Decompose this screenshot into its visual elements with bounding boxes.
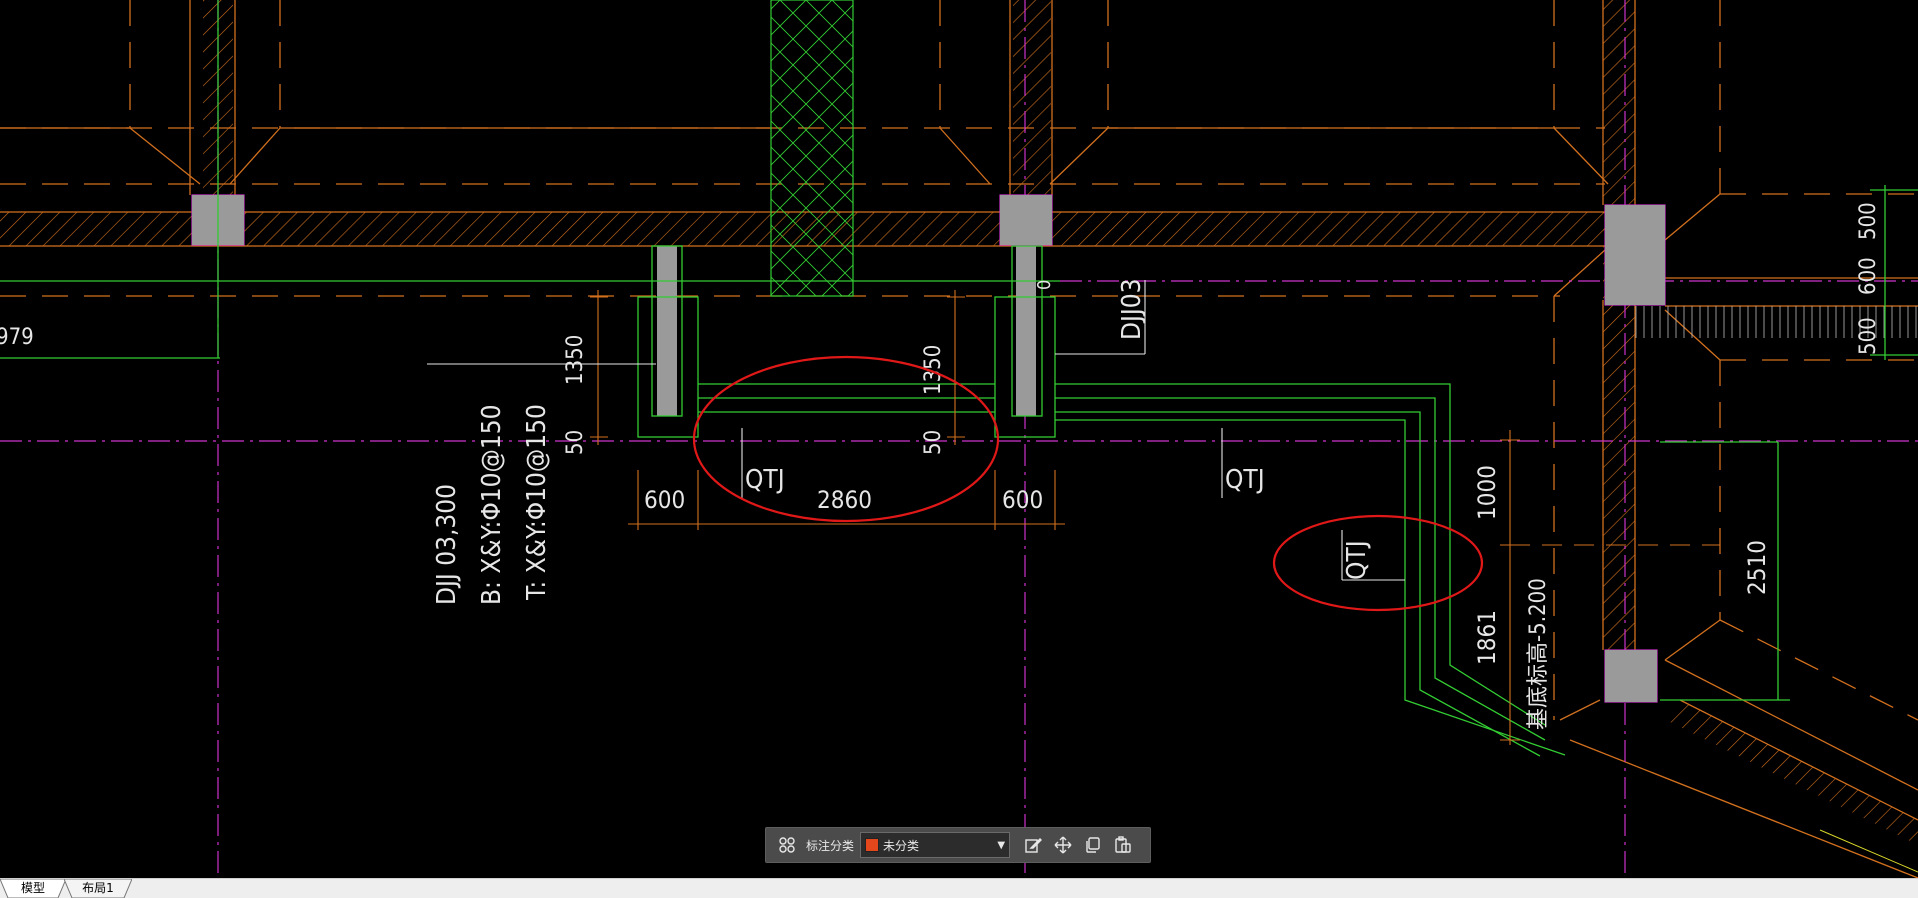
qtj-label-side: QTJ [1342, 540, 1372, 580]
dim-979: 979 [0, 325, 34, 350]
djj03-tag: DJJ03 [1117, 278, 1147, 340]
dim-600-left: 600 [644, 486, 685, 514]
tab-layout1-label: 布局1 [82, 881, 114, 895]
category-label: 标注分类 [806, 838, 855, 853]
dim-500-bottom: 500 [1856, 317, 1881, 355]
dim-600-right: 600 [1002, 486, 1043, 514]
base-elevation-label: 基底标高-5.200 [1526, 578, 1551, 730]
chevron-down-icon: ▼ [997, 839, 1006, 851]
dim-500-top: 500 [1856, 202, 1881, 240]
annotation-toolbar: 标注分类 未分类 ▼ [765, 827, 1151, 863]
copy-icon[interactable] [1078, 830, 1108, 860]
tab-model-label: 模型 [20, 881, 45, 895]
annotation-ellipse-right [1272, 514, 1484, 612]
category-selected-value: 未分类 [883, 838, 920, 853]
dim-50-mid: 50 [921, 430, 946, 455]
dim-1350-left: 1350 [563, 335, 588, 385]
dim-2860: 2860 [817, 486, 872, 514]
dim-2510: 2510 [1743, 540, 1771, 595]
paste-icon[interactable] [1108, 830, 1138, 860]
footing-name: DJJ 03,300 [432, 484, 462, 605]
dim-0: 0 [1034, 280, 1055, 290]
layout-tabstrip: 模型 布局1 [0, 878, 1918, 898]
category-color-swatch [865, 838, 880, 852]
qtj-label-left: QTJ [745, 465, 785, 495]
dim-1000: 1000 [1473, 465, 1501, 520]
edit-icon[interactable] [1018, 830, 1048, 860]
hatched-column-strip-mid [1013, 0, 1051, 195]
hatched-diagonal-band [1670, 700, 1918, 845]
layout-icon[interactable] [772, 830, 802, 860]
dim-1861: 1861 [1473, 610, 1501, 665]
dim-50-left: 50 [563, 430, 588, 455]
cad-drawing-canvas[interactable]: 979 1350 50 1350 50 600 2860 600 0 500 6… [0, 0, 1918, 878]
dim-600-vert: 600 [1856, 257, 1881, 295]
bottom-rebar-spec: B: X&Y:Φ10@150 [477, 404, 507, 605]
move-icon[interactable] [1048, 830, 1078, 860]
category-dropdown[interactable]: 未分类 ▼ [860, 832, 1011, 858]
cross-hatched-pile [770, 0, 854, 297]
top-rebar-spec: T: X&Y:Φ10@150 [522, 404, 552, 601]
qtj-label-right: QTJ [1225, 465, 1265, 495]
tab-model[interactable]: 模型 [0, 879, 66, 898]
tab-layout1[interactable]: 布局1 [64, 879, 132, 898]
